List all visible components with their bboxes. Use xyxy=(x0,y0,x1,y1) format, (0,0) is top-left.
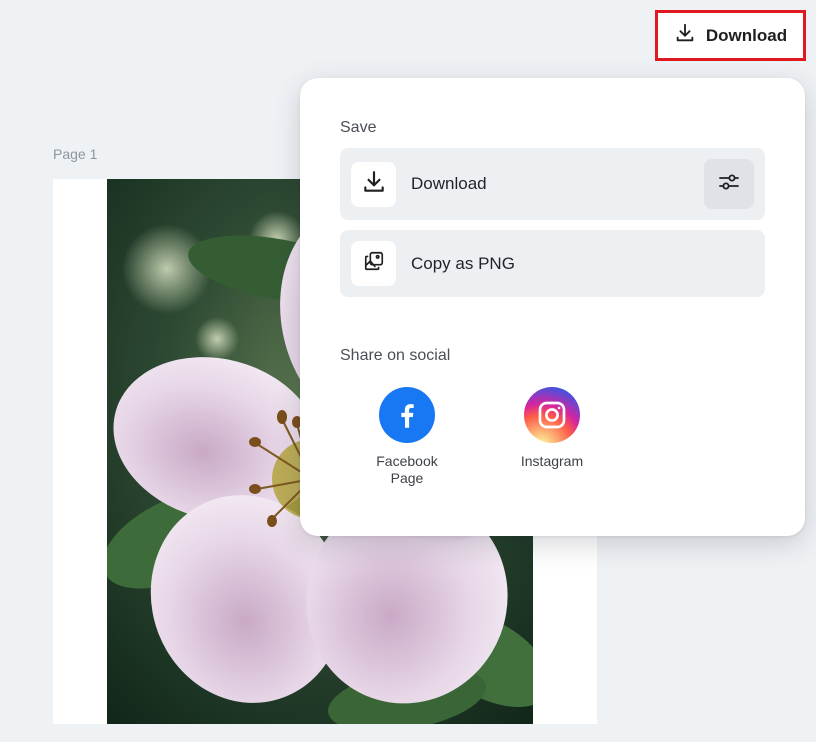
share-instagram-button[interactable]: Instagram xyxy=(502,387,602,470)
facebook-icon xyxy=(379,387,435,443)
copy-image-icon xyxy=(363,250,385,277)
download-icon xyxy=(674,22,696,49)
instagram-label: Instagram xyxy=(520,453,584,469)
download-option-icon-box xyxy=(351,161,396,207)
share-facebook-button[interactable]: Facebook Page xyxy=(357,387,457,487)
save-section-title: Save xyxy=(340,119,377,136)
copy-png-icon-box xyxy=(351,241,396,286)
download-option[interactable]: Download xyxy=(340,148,765,220)
copy-png-label: Copy as PNG xyxy=(411,253,515,273)
sliders-icon xyxy=(717,170,741,199)
download-icon xyxy=(361,169,387,200)
download-settings-button[interactable] xyxy=(704,159,754,209)
facebook-label: Facebook Page xyxy=(376,453,438,486)
page-label: Page 1 xyxy=(53,146,98,162)
download-option-label: Download xyxy=(411,174,487,193)
instagram-icon xyxy=(524,387,580,443)
header-download-button[interactable]: Download xyxy=(655,10,806,61)
header-download-label: Download xyxy=(705,25,788,45)
share-section-title: Share on social xyxy=(340,347,451,364)
copy-png-option[interactable]: Copy as PNG xyxy=(340,230,765,297)
download-popover: Save Download Copy as PNG Share on socia… xyxy=(300,78,805,536)
